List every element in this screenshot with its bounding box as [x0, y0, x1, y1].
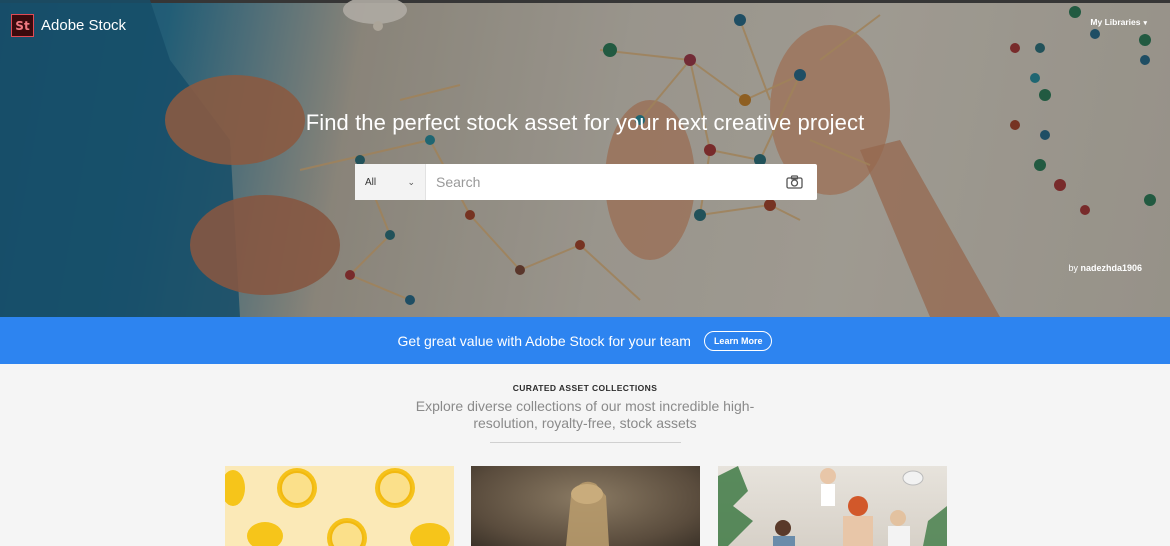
brand-name[interactable]: Adobe Stock [41, 17, 126, 34]
brand[interactable]: St Adobe Stock [11, 14, 126, 37]
credit-author[interactable]: nadezhda1906 [1080, 263, 1142, 273]
image-credit: by nadezhda1906 [1068, 263, 1142, 273]
collection-thumbnail-lemons [225, 468, 450, 546]
search-category-value: All [365, 176, 377, 188]
camera-icon [785, 175, 803, 189]
hero-headline: Find the perfect stock asset for your ne… [305, 110, 865, 135]
chevron-down-icon: ▾ [1143, 20, 1147, 27]
visual-search-button[interactable] [771, 164, 817, 200]
search-bar: All ⌄ [355, 164, 817, 200]
promo-text: Get great value with Adobe Stock for you… [397, 332, 691, 349]
collections-divider [490, 442, 681, 443]
chevron-down-icon: ⌄ [407, 176, 415, 187]
search-input[interactable] [426, 164, 771, 200]
collection-thumbnail-sculpture [566, 481, 609, 546]
collection-card-sculpture[interactable] [471, 466, 700, 546]
hero-overlay [0, 0, 1170, 317]
collections-kicker: CURATED ASSET COLLECTIONS [512, 383, 658, 393]
adobe-stock-logo[interactable]: St [11, 14, 34, 37]
collection-card-family[interactable] [718, 466, 947, 546]
team-promo-banner: Get great value with Adobe Stock for you… [0, 317, 1170, 364]
learn-more-button[interactable]: Learn More [703, 330, 773, 351]
my-libraries-menu[interactable]: My Libraries ▾ [1090, 17, 1147, 27]
collection-thumbnail-family [718, 466, 947, 546]
adobe-stock-home: St Adobe Stock My Libraries ▾ Find the pe… [0, 0, 1170, 546]
collection-card-lemons[interactable] [225, 466, 454, 546]
collections-subtitle: Explore diverse collections of our most … [415, 398, 755, 431]
my-libraries-label: My Libraries [1090, 17, 1141, 27]
hero-banner: St Adobe Stock My Libraries ▾ Find the pe… [0, 0, 1170, 317]
search-category-select[interactable]: All ⌄ [355, 164, 426, 200]
credit-prefix: by [1068, 263, 1078, 273]
